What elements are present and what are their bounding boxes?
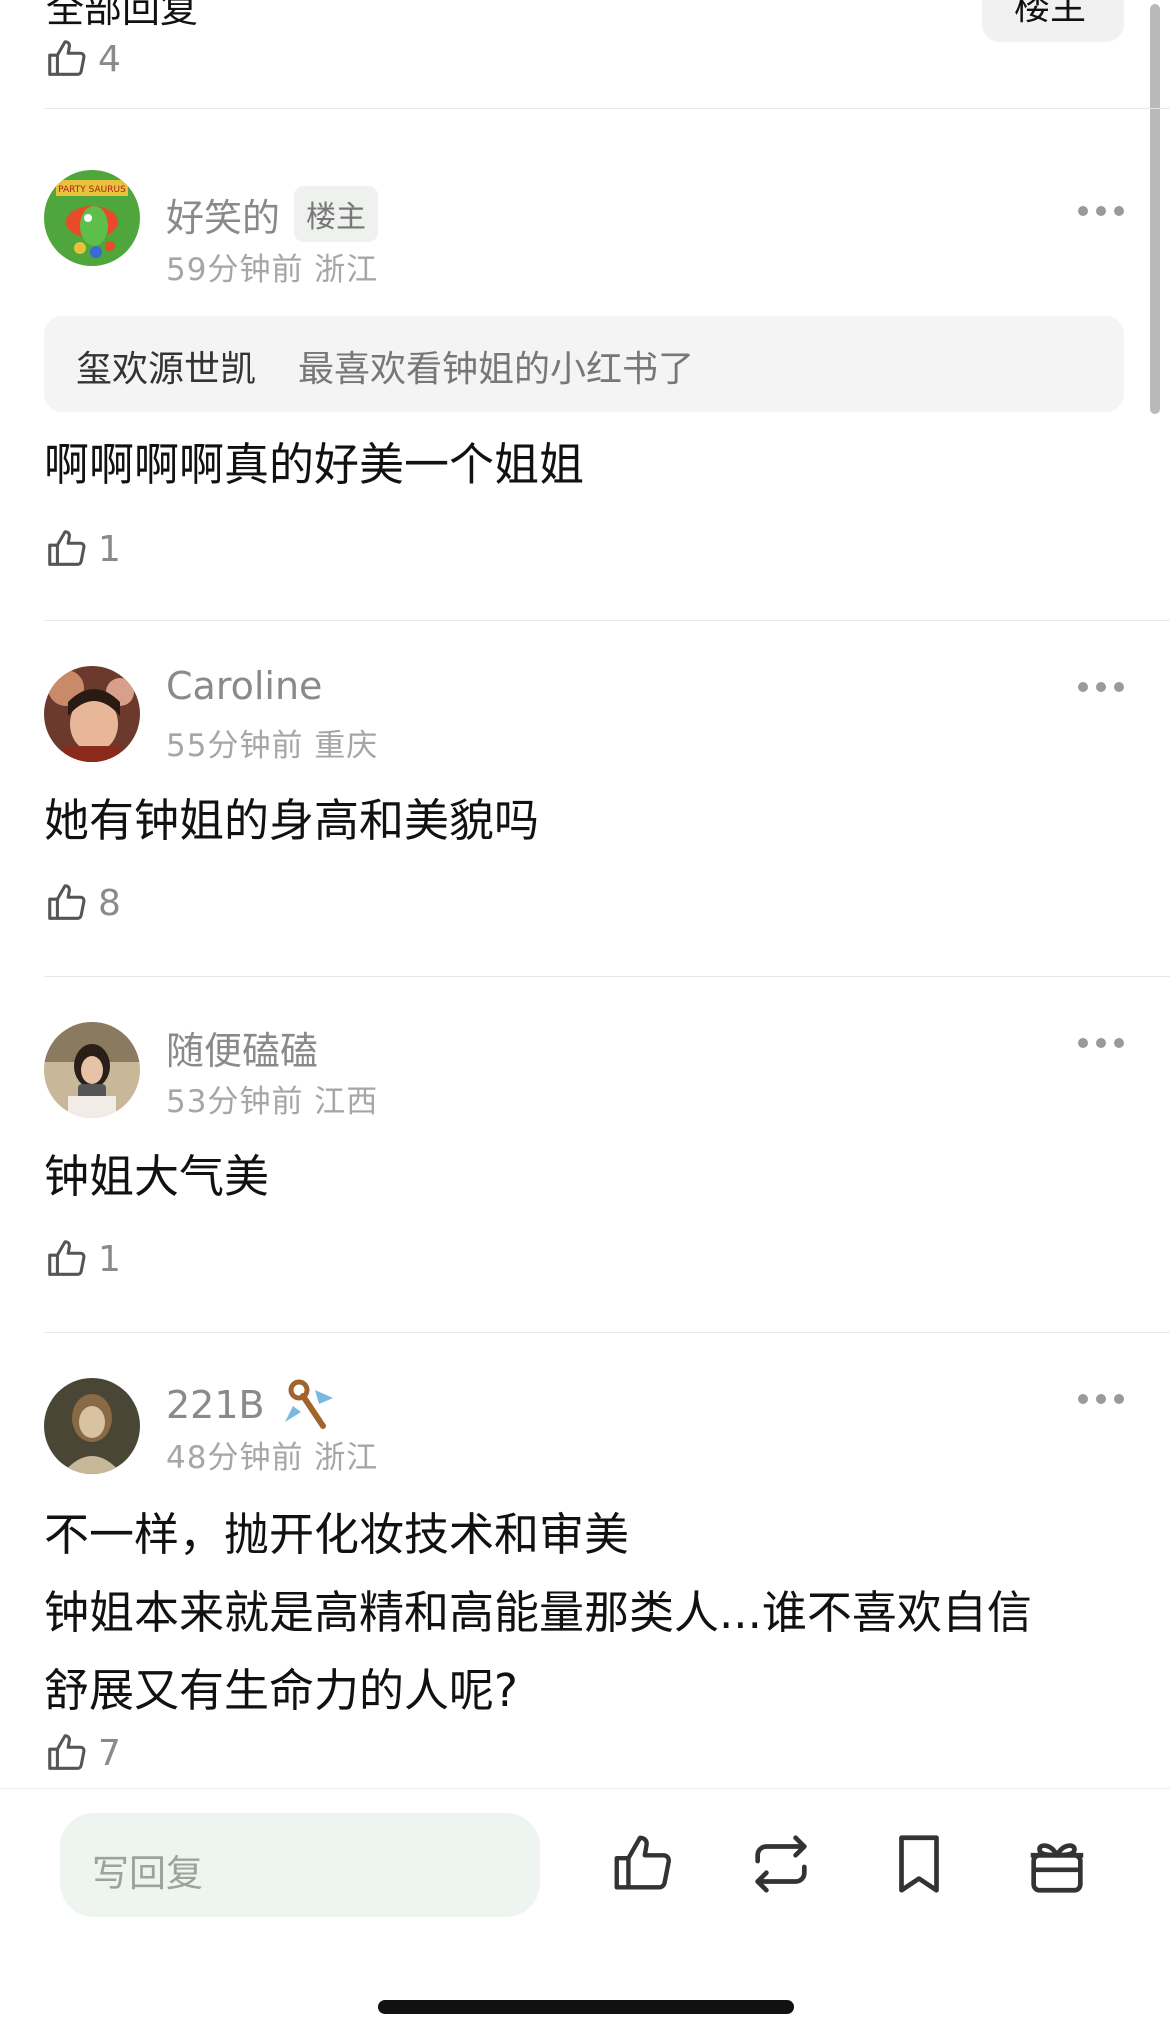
quoted-reply[interactable]: 玺欢源世凯 最喜欢看钟姐的小红书了 <box>44 316 1124 412</box>
comment-meta: 59分钟前 浙江 <box>166 252 379 288</box>
more-dots-icon[interactable] <box>1078 682 1124 696</box>
op-badge: 楼主 <box>294 186 379 242</box>
like-button[interactable]: 1 <box>44 1236 121 1282</box>
avatar[interactable] <box>44 1022 140 1118</box>
gift-icon[interactable] <box>1022 1829 1092 1899</box>
divider <box>44 620 1170 621</box>
more-dots-icon[interactable] <box>1078 1394 1124 1408</box>
divider <box>44 108 1170 109</box>
thumbs-up-icon <box>48 530 86 566</box>
scrollbar[interactable] <box>1150 4 1160 414</box>
avatar-logo-text: PARTY SAURUS <box>58 185 126 195</box>
more-dots-icon[interactable] <box>1078 1038 1124 1052</box>
like-button[interactable]: 1 <box>44 526 121 572</box>
comment-text: 钟姐大气美 <box>44 1150 270 1203</box>
like-button[interactable]: 4 <box>44 36 121 82</box>
username[interactable]: 随便磕磕 <box>166 1020 318 1075</box>
repost-icon[interactable] <box>746 1829 816 1899</box>
avatar[interactable] <box>44 1378 140 1474</box>
bookmark-icon[interactable] <box>884 1829 954 1899</box>
thumbs-up-icon <box>48 1734 86 1770</box>
divider <box>44 1332 1170 1333</box>
username[interactable]: 好笑的 楼主 <box>166 186 379 242</box>
comment-text: 不一样，抛开化妆技术和审美 钟姐本来就是高精和高能量那类人...谁不喜欢自信 舒… <box>44 1508 1032 1717</box>
comment-text: 啊啊啊啊真的好美一个姐姐 <box>44 438 585 491</box>
username[interactable]: 221B <box>166 1376 337 1434</box>
badge-key-icon <box>284 1379 333 1429</box>
thumbs-up-icon <box>48 1240 86 1276</box>
comment-meta: 48分钟前 浙江 <box>166 1440 379 1476</box>
replies-section-title: 全部回复 <box>46 0 199 31</box>
divider <box>44 976 1170 977</box>
reply-input[interactable]: 写回复 <box>60 1813 540 1917</box>
thumbs-up-icon <box>48 40 86 76</box>
like-button[interactable]: 8 <box>44 880 121 926</box>
comment-text: 她有钟姐的身高和美貌吗 <box>44 794 540 847</box>
avatar[interactable]: PARTY SAURUS <box>44 170 140 266</box>
comment-meta: 53分钟前 江西 <box>166 1084 379 1120</box>
avatar[interactable] <box>44 666 140 762</box>
username[interactable]: Caroline <box>166 664 322 708</box>
home-indicator[interactable] <box>378 2000 794 2014</box>
filter-op-button[interactable]: 楼主 <box>982 0 1124 42</box>
quoted-text: 最喜欢看钟姐的小红书了 <box>298 349 695 390</box>
quoted-username: 玺欢源世凯 <box>76 349 257 390</box>
comment-meta: 55分钟前 重庆 <box>166 728 379 764</box>
thumbs-up-icon[interactable] <box>608 1829 678 1899</box>
thumbs-up-icon <box>48 884 86 920</box>
more-dots-icon[interactable] <box>1078 206 1124 220</box>
like-button[interactable]: 7 <box>44 1730 121 1776</box>
